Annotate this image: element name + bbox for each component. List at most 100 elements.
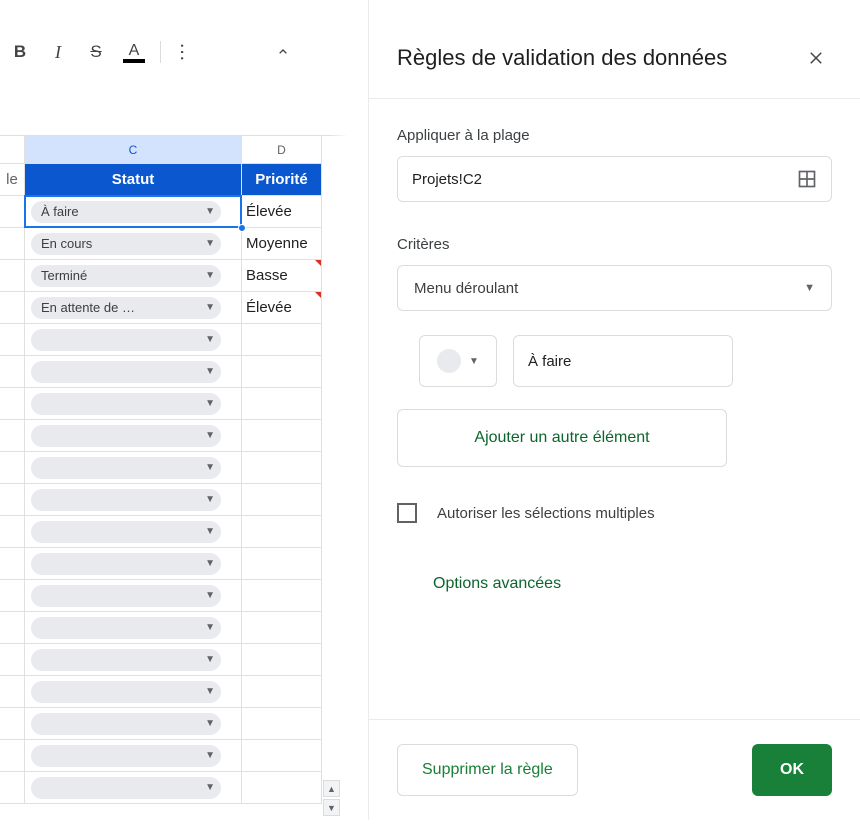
close-panel-button[interactable] <box>800 42 832 74</box>
row-header[interactable] <box>0 676 25 708</box>
vertical-scrollbar[interactable]: ▲ ▼ <box>323 780 340 816</box>
cell-priorite[interactable] <box>242 420 322 452</box>
dropdown-chip[interactable]: ▼ <box>31 361 221 383</box>
row-header[interactable] <box>0 516 25 548</box>
dropdown-chip[interactable]: ▼ <box>31 681 221 703</box>
row-header[interactable] <box>0 452 25 484</box>
dropdown-chip[interactable]: En attente de …▼ <box>31 297 221 319</box>
row-header[interactable] <box>0 196 25 228</box>
row-header[interactable] <box>0 292 25 324</box>
cell-priorite[interactable] <box>242 452 322 484</box>
row-header[interactable] <box>0 324 25 356</box>
cell-statut[interactable]: ▼ <box>25 420 242 452</box>
row-header[interactable] <box>0 644 25 676</box>
cell-statut[interactable]: Terminé▼ <box>25 260 242 292</box>
cell-statut[interactable]: ▼ <box>25 548 242 580</box>
row-header[interactable] <box>0 388 25 420</box>
cell-priorite[interactable] <box>242 708 322 740</box>
cell-statut[interactable]: ▼ <box>25 388 242 420</box>
cell-priorite[interactable] <box>242 548 322 580</box>
dropdown-chip[interactable]: ▼ <box>31 553 221 575</box>
dropdown-chip[interactable]: ▼ <box>31 713 221 735</box>
cell-priorite[interactable] <box>242 516 322 548</box>
cell-priorite[interactable] <box>242 324 322 356</box>
cell-statut[interactable]: ▼ <box>25 452 242 484</box>
dropdown-chip[interactable]: ▼ <box>31 489 221 511</box>
cell-statut[interactable]: ▼ <box>25 324 242 356</box>
cell-priorite[interactable] <box>242 612 322 644</box>
row-header[interactable] <box>0 548 25 580</box>
cell-priorite[interactable] <box>242 676 322 708</box>
row-header[interactable] <box>0 356 25 388</box>
advanced-options-link[interactable]: Options avancées <box>433 575 832 593</box>
cell-statut[interactable]: ▼ <box>25 580 242 612</box>
row-header[interactable] <box>0 484 25 516</box>
dropdown-chip[interactable]: Terminé▼ <box>31 265 221 287</box>
dropdown-chip[interactable]: ▼ <box>31 457 221 479</box>
delete-rule-button[interactable]: Supprimer la règle <box>397 744 578 796</box>
italic-button[interactable]: I <box>42 36 74 68</box>
more-options-button[interactable]: … <box>171 36 203 68</box>
cell-statut[interactable]: ▼ <box>25 708 242 740</box>
spreadsheet[interactable]: C D le Statut Priorité À faire▼ÉlevéeEn … <box>0 135 347 828</box>
row-header[interactable] <box>0 740 25 772</box>
row-header[interactable] <box>0 708 25 740</box>
cell-statut[interactable]: À faire▼ <box>25 196 242 228</box>
selection-handle[interactable] <box>238 224 246 232</box>
header-cell-priorite[interactable]: Priorité <box>242 164 322 196</box>
cell-priorite[interactable] <box>242 580 322 612</box>
row-header[interactable] <box>0 228 25 260</box>
select-range-button[interactable] <box>783 157 831 201</box>
ok-button[interactable]: OK <box>752 744 832 796</box>
cell-priorite[interactable] <box>242 740 322 772</box>
dropdown-chip[interactable]: ▼ <box>31 393 221 415</box>
row-header[interactable] <box>0 772 25 804</box>
cell-priorite[interactable]: Élevée <box>242 292 322 324</box>
dropdown-chip[interactable]: ▼ <box>31 617 221 639</box>
criteria-dropdown[interactable]: Menu déroulant ▼ <box>397 265 832 311</box>
dropdown-chip[interactable]: ▼ <box>31 521 221 543</box>
dropdown-chip[interactable]: ▼ <box>31 329 221 351</box>
bold-button[interactable]: B <box>4 36 36 68</box>
text-color-button[interactable]: A <box>118 36 150 68</box>
dropdown-chip[interactable]: En cours▼ <box>31 233 221 255</box>
cell-statut[interactable]: ▼ <box>25 612 242 644</box>
add-item-button[interactable]: Ajouter un autre élément <box>397 409 727 467</box>
strikethrough-button[interactable]: S <box>80 36 112 68</box>
scroll-down-button[interactable]: ▼ <box>323 799 340 816</box>
cell-statut[interactable]: ▼ <box>25 516 242 548</box>
cell-statut[interactable]: ▼ <box>25 772 242 804</box>
cell-statut[interactable]: ▼ <box>25 644 242 676</box>
range-input[interactable] <box>398 157 783 201</box>
row-header[interactable] <box>0 580 25 612</box>
cell-priorite[interactable] <box>242 772 322 804</box>
column-header-c[interactable]: C <box>25 136 242 164</box>
row-header[interactable] <box>0 420 25 452</box>
column-header-d[interactable]: D <box>242 136 322 164</box>
cell-statut[interactable]: En attente de …▼ <box>25 292 242 324</box>
header-cell-statut[interactable]: Statut <box>25 164 242 196</box>
item-color-picker[interactable]: ▼ <box>419 335 497 387</box>
dropdown-chip[interactable]: ▼ <box>31 745 221 767</box>
allow-multiple-checkbox[interactable] <box>397 503 417 523</box>
row-stub[interactable]: le <box>0 164 25 196</box>
cell-statut[interactable]: ▼ <box>25 356 242 388</box>
cell-statut[interactable]: ▼ <box>25 484 242 516</box>
cell-statut[interactable]: ▼ <box>25 676 242 708</box>
dropdown-chip[interactable]: ▼ <box>31 585 221 607</box>
cell-priorite[interactable] <box>242 388 322 420</box>
cell-priorite[interactable]: Élevée <box>242 196 322 228</box>
cell-priorite[interactable] <box>242 356 322 388</box>
column-header-stub[interactable] <box>0 136 25 164</box>
scroll-up-button[interactable]: ▲ <box>323 780 340 797</box>
item-value-input[interactable] <box>513 335 733 387</box>
row-header[interactable] <box>0 260 25 292</box>
cell-priorite[interactable]: Moyenne <box>242 228 322 260</box>
cell-statut[interactable]: En cours▼ <box>25 228 242 260</box>
cell-priorite[interactable]: Basse <box>242 260 322 292</box>
dropdown-chip[interactable]: ▼ <box>31 425 221 447</box>
cell-statut[interactable]: ▼ <box>25 740 242 772</box>
dropdown-chip[interactable]: ▼ <box>31 649 221 671</box>
cell-priorite[interactable] <box>242 644 322 676</box>
dropdown-chip[interactable]: ▼ <box>31 777 221 799</box>
